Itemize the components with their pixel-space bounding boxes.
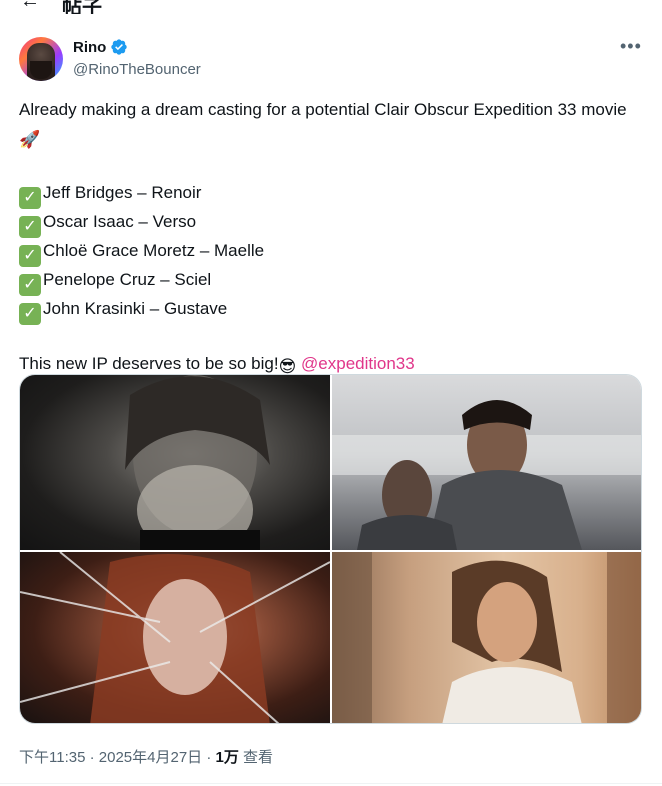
arrow-left-icon[interactable]: ←: [20, 0, 40, 13]
views-count: 1万: [215, 749, 239, 766]
photo-chloe-grace-moretz[interactable]: [20, 552, 330, 723]
verified-badge-icon: [111, 39, 128, 55]
check-mark-button-icon: ✓: [19, 215, 41, 238]
tweet-date[interactable]: 2025年4月27日: [99, 749, 202, 766]
cast-item: ✓ Chloë Grace Moretz – Maelle: [19, 238, 639, 267]
check-mark-button-icon: ✓: [19, 244, 41, 267]
tweet-intro-line: Already making a dream casting for a pot…: [19, 97, 639, 153]
more-horizontal-icon[interactable]: •••: [620, 36, 642, 57]
page-title: 帖子: [62, 0, 102, 14]
check-mark-button-icon: ✓: [19, 302, 41, 325]
avatar[interactable]: [19, 37, 63, 81]
cast-item: ✓ Jeff Bridges – Renoir: [19, 180, 639, 209]
photo-penelope-cruz[interactable]: [332, 552, 641, 723]
tweet-text: Already making a dream casting for a pot…: [19, 97, 639, 381]
tweet-metadata: 下午11:35 · 2025年4月27日 · 1万 查看: [19, 749, 274, 766]
author-display-name[interactable]: Rino: [73, 39, 106, 56]
photo-oscar-isaac[interactable]: [332, 375, 641, 550]
media-grid: [19, 374, 642, 724]
views-label: 查看: [243, 749, 274, 766]
author-handle[interactable]: @RinoTheBouncer: [73, 61, 201, 78]
tweet-time[interactable]: 下午11:35: [19, 749, 85, 766]
rocket-icon: 🚀: [19, 129, 41, 149]
mention-link[interactable]: @expedition33: [301, 354, 415, 373]
divider: [0, 783, 662, 784]
photo-jeff-bridges[interactable]: [20, 375, 330, 550]
cast-item: ✓ Penelope Cruz – Sciel: [19, 267, 639, 296]
author-name-row: Rino: [73, 38, 128, 56]
cast-item: ✓ Oscar Isaac – Verso: [19, 209, 639, 238]
top-bar: ← 帖子: [0, 0, 662, 14]
cast-item: ✓ John Krasinki – Gustave: [19, 296, 639, 325]
check-mark-button-icon: ✓: [19, 186, 41, 209]
check-mark-button-icon: ✓: [19, 273, 41, 296]
